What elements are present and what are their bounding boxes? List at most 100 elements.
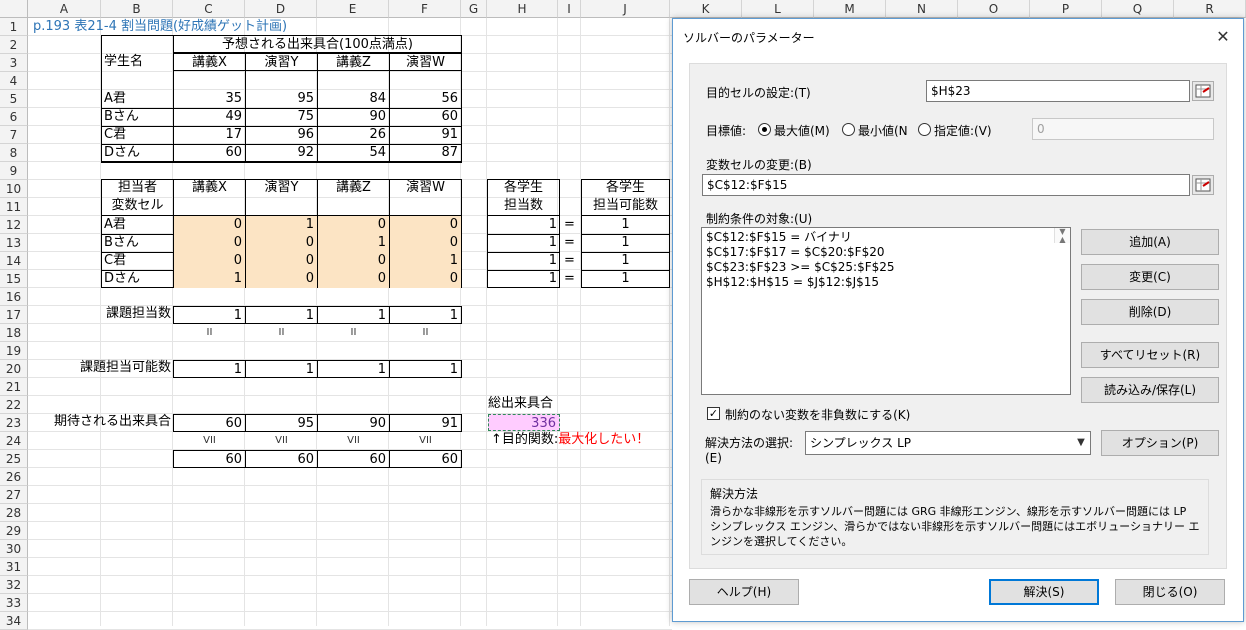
row-header[interactable]: 34 xyxy=(0,612,28,630)
variable-cell[interactable]: 0 xyxy=(174,234,245,252)
column-header[interactable]: C xyxy=(173,0,245,18)
score-cell[interactable]: 60 xyxy=(173,144,245,162)
column-header[interactable]: A xyxy=(28,0,101,18)
row-header[interactable]: 10 xyxy=(0,180,28,198)
score-cell[interactable]: 84 xyxy=(317,90,389,108)
constraint-item[interactable]: $C$17:$F$17 = $C$20:$F$20 xyxy=(706,245,1066,260)
row-header[interactable]: 5 xyxy=(0,90,28,108)
assign-possible-cell[interactable]: 1 xyxy=(581,234,670,252)
column-header[interactable]: R xyxy=(1174,0,1246,18)
column-header[interactable]: D xyxy=(245,0,317,18)
nonneg-checkbox[interactable]: ✓ xyxy=(707,407,720,420)
row-header[interactable]: 27 xyxy=(0,486,28,504)
row-header[interactable]: 4 xyxy=(0,72,28,90)
row-header[interactable]: 12 xyxy=(0,216,28,234)
chevron-down-icon[interactable]: ▼ xyxy=(1072,432,1090,454)
column-header[interactable]: J xyxy=(581,0,670,18)
reset-all-button[interactable]: すべてリセット(R) xyxy=(1081,342,1219,368)
row-header[interactable]: 26 xyxy=(0,468,28,486)
row-header[interactable]: 7 xyxy=(0,126,28,144)
row-header[interactable]: 32 xyxy=(0,576,28,594)
row-header[interactable]: 6 xyxy=(0,108,28,126)
assign-count-cell[interactable]: 1 xyxy=(488,234,560,252)
constraint-item[interactable]: $C$12:$F$15 = バイナリ xyxy=(706,230,1066,245)
variable-cell[interactable]: 1 xyxy=(174,270,245,288)
variable-cell[interactable]: 0 xyxy=(246,234,317,252)
close-button[interactable]: 閉じる(O) xyxy=(1115,579,1225,605)
variable-cell[interactable]: 0 xyxy=(318,270,389,288)
value-radio[interactable] xyxy=(918,123,931,136)
method-select[interactable]: シンプレックス LP ▼ xyxy=(805,431,1091,455)
score-cell[interactable]: 60 xyxy=(389,108,461,126)
variable-cell[interactable]: 0 xyxy=(390,270,461,288)
task-possible-cell[interactable]: 1 xyxy=(173,360,246,378)
row-header[interactable]: 33 xyxy=(0,594,28,612)
score-cell[interactable]: 90 xyxy=(317,108,389,126)
task-possible-cell[interactable]: 1 xyxy=(389,360,462,378)
column-header[interactable]: H xyxy=(487,0,558,18)
column-header[interactable]: M xyxy=(814,0,886,18)
row-header[interactable]: 19 xyxy=(0,342,28,360)
row-header[interactable]: 18 xyxy=(0,324,28,342)
row-header[interactable]: 20 xyxy=(0,360,28,378)
constraint-item[interactable]: $C$23:$F$23 >= $C$25:$F$25 xyxy=(706,260,1066,275)
expected-cell[interactable]: 95 xyxy=(245,414,318,432)
help-button[interactable]: ヘルプ(H) xyxy=(689,579,799,605)
change-button[interactable]: 変更(C) xyxy=(1081,264,1219,290)
column-header[interactable]: K xyxy=(670,0,742,18)
variable-cell[interactable]: 0 xyxy=(246,270,317,288)
load-save-button[interactable]: 読み込み/保存(L) xyxy=(1081,377,1219,403)
task-count-cell[interactable]: 1 xyxy=(245,306,318,324)
score-cell[interactable]: 92 xyxy=(245,144,317,162)
range-select-icon[interactable] xyxy=(1192,175,1214,195)
min-cell[interactable]: 60 xyxy=(173,450,246,468)
column-header[interactable]: E xyxy=(317,0,389,18)
assign-count-cell[interactable]: 1 xyxy=(488,252,560,270)
row-header[interactable]: 25 xyxy=(0,450,28,468)
score-cell[interactable]: 95 xyxy=(245,90,317,108)
column-header[interactable]: N xyxy=(886,0,958,18)
score-cell[interactable]: 87 xyxy=(389,144,461,162)
assign-possible-cell[interactable]: 1 xyxy=(581,270,670,288)
var-cells-input[interactable]: $C$12:$F$15 xyxy=(702,174,1190,196)
column-header[interactable]: B xyxy=(101,0,173,18)
expected-cell[interactable]: 60 xyxy=(173,414,246,432)
score-cell[interactable]: 35 xyxy=(173,90,245,108)
column-header[interactable]: G xyxy=(461,0,487,18)
row-header[interactable]: 17 xyxy=(0,306,28,324)
row-header[interactable]: 11 xyxy=(0,198,28,216)
add-button[interactable]: 追加(A) xyxy=(1081,229,1219,255)
value-input[interactable]: 0 xyxy=(1032,118,1214,140)
options-button[interactable]: オプション(P) xyxy=(1101,430,1219,456)
score-cell[interactable]: 54 xyxy=(317,144,389,162)
min-radio[interactable] xyxy=(842,123,855,136)
row-header[interactable]: 28 xyxy=(0,504,28,522)
select-all-corner[interactable] xyxy=(0,0,28,18)
column-header[interactable]: P xyxy=(1030,0,1102,18)
score-cell[interactable]: 26 xyxy=(317,126,389,144)
min-cell[interactable]: 60 xyxy=(317,450,390,468)
task-count-cell[interactable]: 1 xyxy=(173,306,246,324)
task-count-cell[interactable]: 1 xyxy=(389,306,462,324)
score-cell[interactable]: 75 xyxy=(245,108,317,126)
variable-cell[interactable]: 0 xyxy=(390,216,461,234)
assign-possible-cell[interactable]: 1 xyxy=(581,216,670,234)
expected-cell[interactable]: 91 xyxy=(389,414,462,432)
row-header[interactable]: 1 xyxy=(0,18,28,36)
score-cell[interactable]: 91 xyxy=(389,126,461,144)
task-count-cell[interactable]: 1 xyxy=(317,306,390,324)
column-header[interactable]: I xyxy=(558,0,581,18)
constraint-item[interactable]: $H$12:$H$15 = $J$12:$J$15 xyxy=(706,275,1066,290)
row-header[interactable]: 9 xyxy=(0,162,28,180)
column-header[interactable]: L xyxy=(742,0,814,18)
row-header[interactable]: 13 xyxy=(0,234,28,252)
assign-count-cell[interactable]: 1 xyxy=(488,216,560,234)
row-header[interactable]: 22 xyxy=(0,396,28,414)
row-header[interactable]: 8 xyxy=(0,144,28,162)
range-select-icon[interactable] xyxy=(1192,81,1214,101)
variable-cell[interactable]: 1 xyxy=(390,252,461,270)
row-header[interactable]: 29 xyxy=(0,522,28,540)
delete-button[interactable]: 削除(D) xyxy=(1081,299,1219,325)
close-icon[interactable]: ✕ xyxy=(1211,25,1235,49)
column-header[interactable]: F xyxy=(389,0,461,18)
